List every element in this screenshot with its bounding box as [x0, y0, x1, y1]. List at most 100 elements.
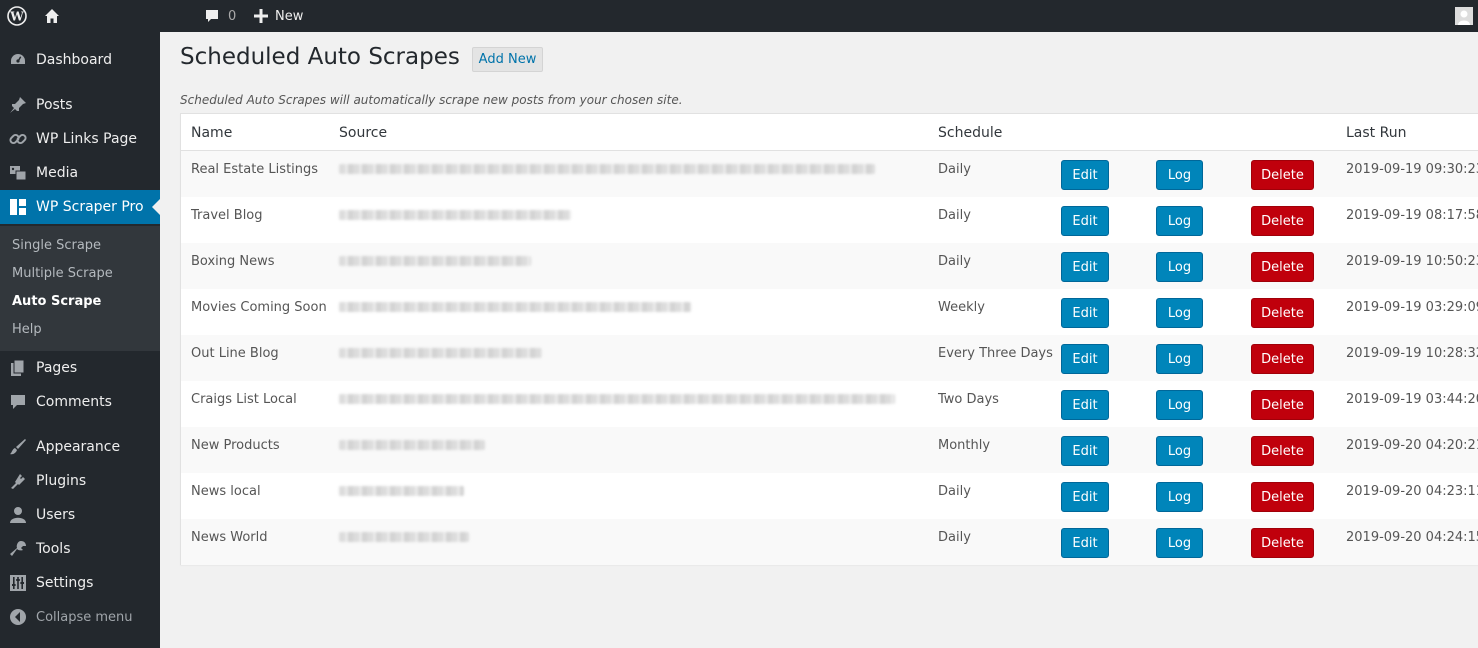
log-button[interactable]: Log: [1156, 436, 1203, 466]
edit-button[interactable]: Edit: [1061, 206, 1109, 236]
row-name: Movies Coming Soon: [191, 300, 327, 315]
row-name: Out Line Blog: [191, 346, 279, 361]
add-new-button[interactable]: Add New: [472, 47, 543, 72]
home-icon[interactable]: [43, 0, 61, 32]
sidebar-item-collapse-menu[interactable]: Collapse menu: [0, 600, 160, 634]
row-name: News local: [191, 484, 261, 499]
edit-button[interactable]: Edit: [1061, 344, 1109, 374]
comments-count: 0: [228, 8, 237, 24]
row-last-run: 2019-09-19 03:44:20: [1346, 392, 1478, 407]
row-schedule: Daily: [938, 162, 971, 177]
sidebar-item-appearance[interactable]: Appearance: [0, 430, 160, 464]
row-last-run: 2019-09-19 08:17:58: [1346, 208, 1478, 223]
delete-button[interactable]: Delete: [1251, 528, 1314, 558]
edit-button[interactable]: Edit: [1061, 482, 1109, 512]
row-source-blurred: [339, 302, 691, 312]
log-button[interactable]: Log: [1156, 528, 1203, 558]
edit-button[interactable]: Edit: [1061, 390, 1109, 420]
row-name: Boxing News: [191, 254, 275, 269]
sliders-icon: [9, 574, 27, 592]
row-name: Real Estate Listings: [191, 162, 319, 177]
delete-button[interactable]: Delete: [1251, 206, 1314, 236]
sidebar-item-users[interactable]: Users: [0, 498, 160, 532]
sidebar-item-wp-links-page[interactable]: WP Links Page: [0, 122, 160, 156]
plus-icon: [254, 9, 268, 23]
log-button[interactable]: Log: [1156, 206, 1203, 236]
table-row: New Products Monthly Edit Log Delete 201…: [181, 427, 1478, 473]
sidebar-item-pages[interactable]: Pages: [0, 351, 160, 385]
delete-button[interactable]: Delete: [1251, 252, 1314, 282]
edit-button[interactable]: Edit: [1061, 160, 1109, 190]
sidebar-item-dashboard[interactable]: Dashboard: [0, 43, 160, 77]
submenu-item-auto-scrape[interactable]: Auto Scrape: [12, 294, 101, 309]
submenu-item-multiple-scrape[interactable]: Multiple Scrape: [12, 266, 113, 281]
row-schedule: Daily: [938, 484, 971, 499]
row-schedule: Daily: [938, 530, 971, 545]
sidebar-item-posts[interactable]: Posts: [0, 88, 160, 122]
row-source-blurred: [339, 210, 571, 220]
log-button[interactable]: Log: [1156, 298, 1203, 328]
table-row: Craigs List Local Two Days Edit Log Dele…: [181, 381, 1478, 427]
avatar[interactable]: [1455, 0, 1473, 32]
new-content-link[interactable]: New: [254, 0, 303, 32]
page-title: Scheduled Auto Scrapes: [180, 44, 460, 70]
row-last-run: 2019-09-20 04:20:21: [1346, 438, 1478, 453]
table-row: Travel Blog Daily Edit Log Delete 2019-0…: [181, 197, 1478, 243]
row-last-run: 2019-09-20 04:24:15: [1346, 530, 1478, 545]
log-button[interactable]: Log: [1156, 482, 1203, 512]
row-name: News World: [191, 530, 268, 545]
header-source: Source: [339, 125, 388, 141]
row-last-run: 2019-09-20 04:23:11: [1346, 484, 1478, 499]
grid-icon: [9, 198, 27, 216]
row-last-run: 2019-09-19 03:29:09: [1346, 300, 1478, 315]
admin-bar: W 0 New: [0, 0, 1478, 32]
pages-icon: [9, 359, 27, 377]
brush-icon: [9, 438, 27, 456]
log-button[interactable]: Log: [1156, 252, 1203, 282]
sidebar-item-settings[interactable]: Settings: [0, 566, 160, 600]
delete-button[interactable]: Delete: [1251, 298, 1314, 328]
log-button[interactable]: Log: [1156, 390, 1203, 420]
comment-icon: [9, 393, 27, 411]
sidebar-item-comments[interactable]: Comments: [0, 385, 160, 419]
pin-icon: [9, 96, 27, 114]
submenu-item-help[interactable]: Help: [12, 322, 42, 337]
dashboard-icon: [9, 51, 27, 69]
delete-button[interactable]: Delete: [1251, 344, 1314, 374]
edit-button[interactable]: Edit: [1061, 436, 1109, 466]
row-source-blurred: [339, 348, 542, 358]
submenu-item-single-scrape[interactable]: Single Scrape: [12, 238, 101, 253]
scrapes-table: Name Source Schedule Last Run Real Estat…: [180, 113, 1478, 565]
edit-button[interactable]: Edit: [1061, 298, 1109, 328]
sidebar-item-media[interactable]: Media: [0, 156, 160, 190]
delete-button[interactable]: Delete: [1251, 160, 1314, 190]
row-last-run: 2019-09-19 10:28:32: [1346, 346, 1478, 361]
table-row: Real Estate Listings Daily Edit Log Dele…: [181, 151, 1478, 197]
row-schedule: Daily: [938, 208, 971, 223]
edit-button[interactable]: Edit: [1061, 252, 1109, 282]
wrench-icon: [9, 540, 27, 558]
comment-bubble-icon: [204, 8, 220, 24]
delete-button[interactable]: Delete: [1251, 436, 1314, 466]
log-button[interactable]: Log: [1156, 160, 1203, 190]
table-row: Movies Coming Soon Weekly Edit Log Delet…: [181, 289, 1478, 335]
log-button[interactable]: Log: [1156, 344, 1203, 374]
wordpress-logo-icon[interactable]: W: [7, 0, 27, 32]
row-name: Craigs List Local: [191, 392, 297, 407]
delete-button[interactable]: Delete: [1251, 390, 1314, 420]
collapse-icon: [9, 608, 27, 626]
sidebar-item-wp-scraper-pro[interactable]: WP Scraper Pro: [0, 190, 160, 224]
header-name: Name: [191, 125, 233, 141]
table-row: Boxing News Daily Edit Log Delete 2019-0…: [181, 243, 1478, 289]
admin-sidebar: Dashboard Posts WP Links Page Media WP S…: [0, 32, 160, 648]
edit-button[interactable]: Edit: [1061, 528, 1109, 558]
delete-button[interactable]: Delete: [1251, 482, 1314, 512]
row-name: New Products: [191, 438, 280, 453]
submenu-wp-scraper-pro: Single Scrape Multiple Scrape Auto Scrap…: [0, 226, 160, 351]
sidebar-item-tools[interactable]: Tools: [0, 532, 160, 566]
sidebar-item-plugins[interactable]: Plugins: [0, 464, 160, 498]
comments-link[interactable]: 0: [204, 0, 236, 32]
row-source-blurred: [339, 394, 895, 404]
table-row: News World Daily Edit Log Delete 2019-09…: [181, 519, 1478, 565]
row-source-blurred: [339, 164, 875, 174]
